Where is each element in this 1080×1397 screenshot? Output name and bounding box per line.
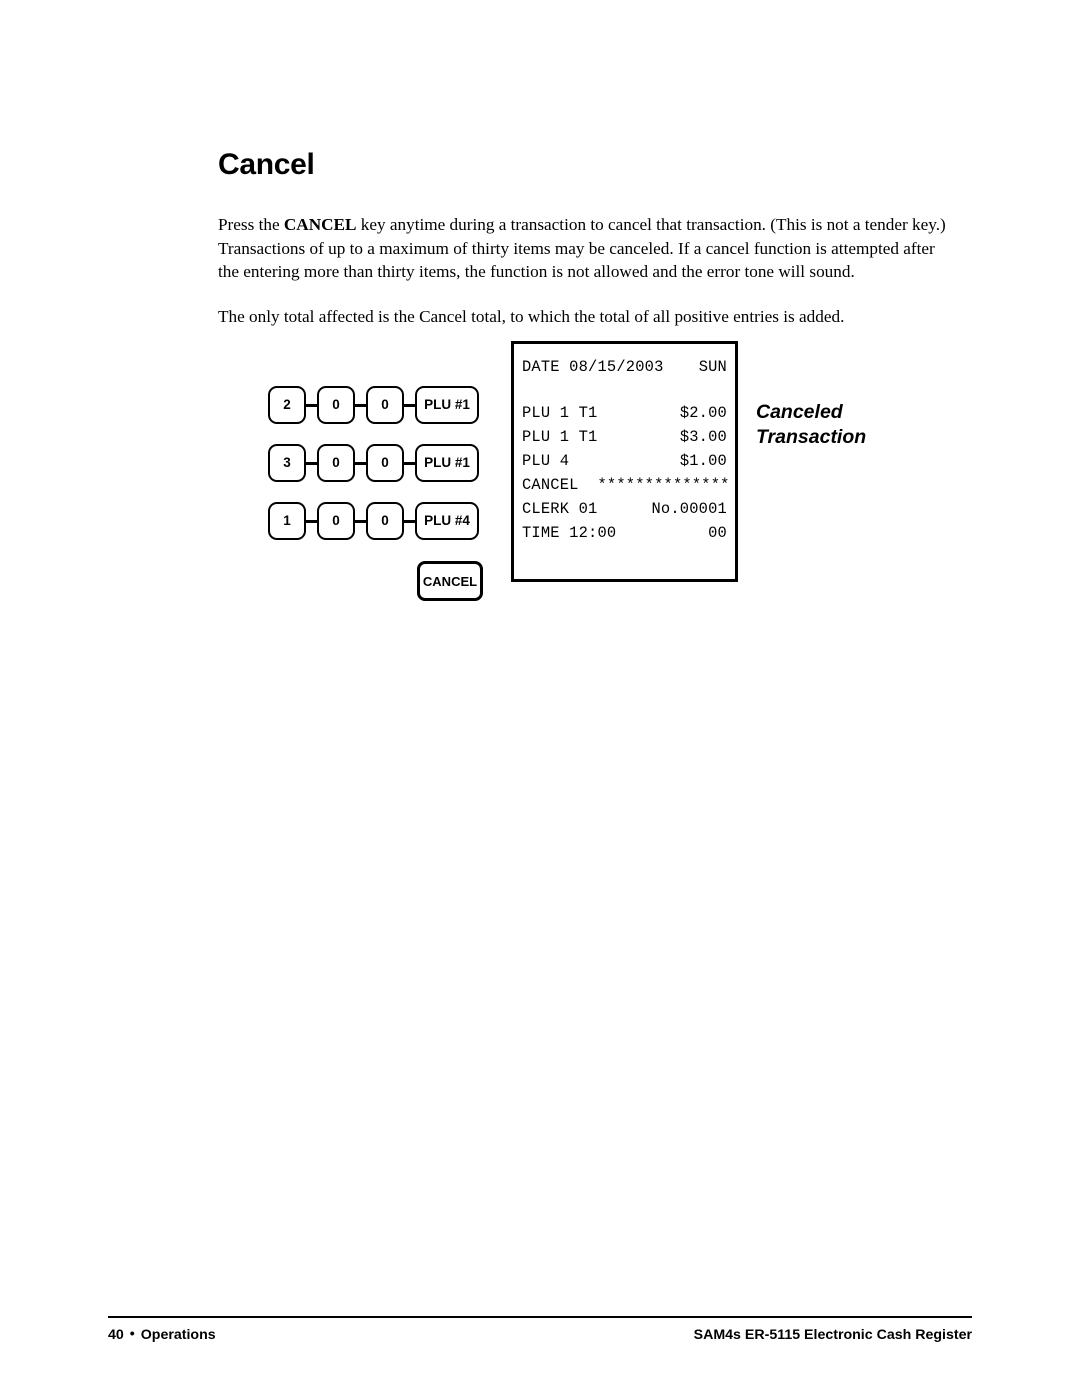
receipt-line-left: PLU 1 T1 [522, 404, 598, 422]
key-plu: PLU #1 [415, 444, 479, 482]
paragraph-cancel-description: Press the CANCEL key anytime during a tr… [218, 213, 946, 284]
key-connector [355, 519, 366, 523]
footer-section-name: Operations [140, 1327, 216, 1343]
paragraph-cancel-total: The only total affected is the Cancel to… [218, 307, 845, 327]
key-sequence-row-3: 1 0 0 PLU #4 [268, 502, 479, 540]
key-connector [404, 461, 415, 465]
footer-left: 40 • Operations [108, 1325, 216, 1345]
footer-page-number: 40 [108, 1327, 124, 1343]
key-sequence-row-4: CANCEL [417, 561, 483, 601]
receipt-line-right: 00 [708, 524, 727, 542]
receipt-line-right: $3.00 [679, 428, 727, 446]
footer-divider [108, 1316, 972, 1318]
key-digit: 0 [366, 502, 404, 540]
key-sequence-row-2: 3 0 0 PLU #1 [268, 444, 479, 482]
receipt-line-item: PLU 1 T1 $2.00 [522, 401, 727, 425]
callout-canceled-transaction: Canceled Transaction [756, 401, 867, 448]
receipt-body: DATE 08/15/2003 SUN PLU 1 T1 $2.00 PLU 1… [522, 355, 730, 545]
key-sequence-diagram: 2 0 0 PLU #1 3 0 0 PLU #1 1 0 0 PLU #4 C… [268, 386, 500, 608]
receipt-line-clerk: CLERK 01 No.00001 [522, 497, 727, 521]
key-connector [404, 519, 415, 523]
receipt-line-cancel: CANCEL ************** [522, 476, 730, 494]
receipt-sample: DATE 08/15/2003 SUN PLU 1 T1 $2.00 PLU 1… [511, 341, 738, 582]
key-digit: 0 [317, 502, 355, 540]
paragraph-1-lead: Press the [218, 215, 284, 235]
receipt-line-right: SUN [698, 358, 727, 376]
key-digit: 2 [268, 386, 306, 424]
receipt-line-right: $2.00 [679, 404, 727, 422]
receipt-line-time: TIME 12:00 00 [522, 521, 727, 545]
key-connector [306, 403, 317, 407]
key-digit: 0 [366, 444, 404, 482]
receipt-line-left: DATE 08/15/2003 [522, 358, 664, 376]
cancel-example-figure: 2 0 0 PLU #1 3 0 0 PLU #1 1 0 0 PLU #4 C… [0, 0, 1080, 700]
key-plu: PLU #4 [415, 502, 479, 540]
key-connector [355, 461, 366, 465]
key-plu: PLU #1 [415, 386, 479, 424]
page-title: Cancel [218, 148, 315, 181]
key-connector [404, 403, 415, 407]
receipt-line-right: No.00001 [651, 500, 727, 518]
receipt-line-left: CLERK 01 [522, 500, 598, 518]
key-connector [306, 519, 317, 523]
key-digit: 3 [268, 444, 306, 482]
footer-product-name: SAM4s ER-5115 Electronic Cash Register [693, 1327, 972, 1343]
key-connector [306, 461, 317, 465]
key-cancel: CANCEL [417, 561, 483, 601]
receipt-line-item: PLU 4 $1.00 [522, 449, 727, 473]
receipt-line-date: DATE 08/15/2003 SUN [522, 355, 727, 379]
receipt-line-left: PLU 4 [522, 452, 570, 470]
key-sequence-row-1: 2 0 0 PLU #1 [268, 386, 479, 424]
key-digit: 0 [366, 386, 404, 424]
key-digit: 1 [268, 502, 306, 540]
key-digit: 0 [317, 444, 355, 482]
receipt-spacer [522, 379, 727, 401]
receipt-line-right: $1.00 [679, 452, 727, 470]
key-connector [355, 403, 366, 407]
footer-bullet-icon: • [129, 1326, 135, 1342]
receipt-line-left: PLU 1 T1 [522, 428, 598, 446]
key-digit: 0 [317, 386, 355, 424]
receipt-line-left: TIME 12:00 [522, 524, 617, 542]
receipt-line-item: PLU 1 T1 $3.00 [522, 425, 727, 449]
cancel-key-emphasis: CANCEL [283, 215, 357, 235]
